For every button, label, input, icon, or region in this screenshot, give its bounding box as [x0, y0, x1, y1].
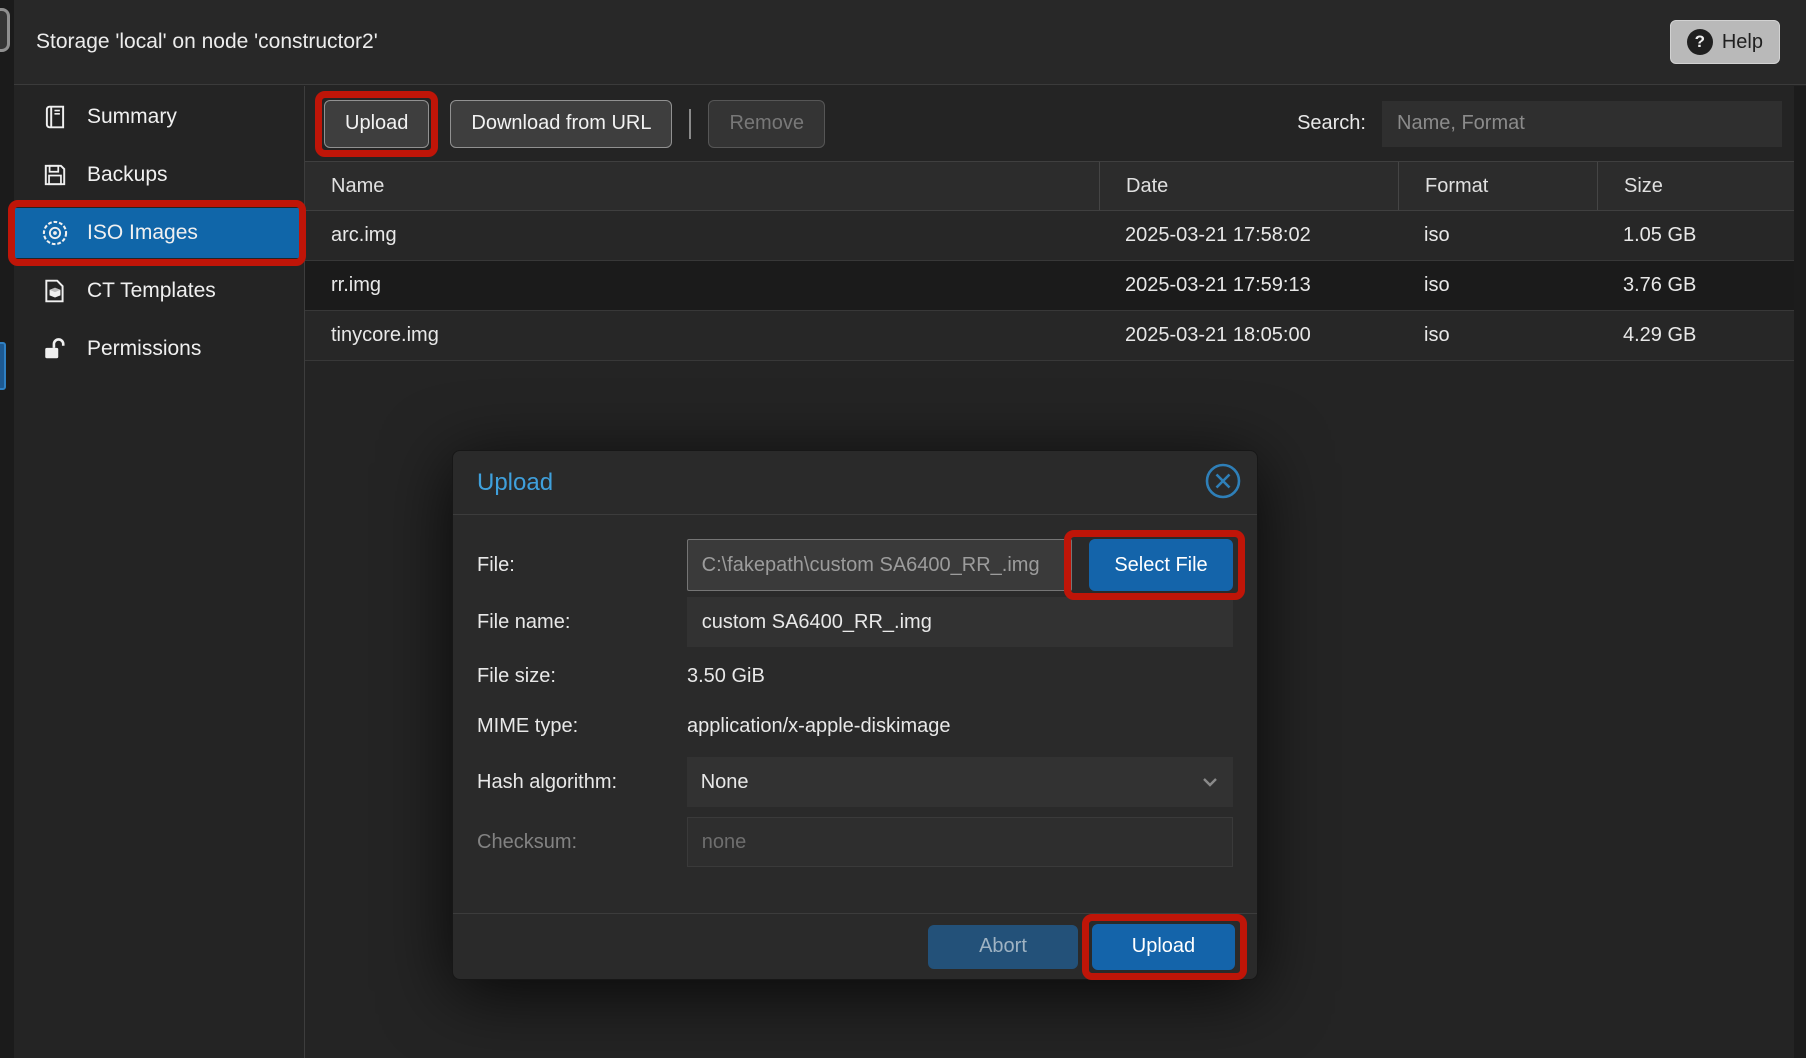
checksum-field [687, 817, 1233, 867]
close-icon [1203, 461, 1243, 504]
table-header-row: Name Date Format Size [305, 161, 1806, 211]
dialog-footer: Abort Upload [453, 913, 1257, 979]
sidebar-item-label: CT Templates [87, 279, 216, 303]
upload-button[interactable]: Upload [324, 100, 429, 148]
hash-algorithm-select[interactable]: None [687, 757, 1233, 807]
page-title: Storage 'local' on node 'constructor2' [36, 30, 378, 54]
disc-icon [40, 219, 70, 247]
sidebar-item-iso-images[interactable]: ISO Images [14, 208, 304, 258]
file-label: File: [477, 554, 687, 577]
scrollbar-track[interactable] [1794, 86, 1806, 1058]
sidebar-item-label: Summary [87, 105, 177, 129]
cell-format: iso [1398, 224, 1597, 247]
help-button-label: Help [1722, 31, 1763, 54]
column-header-name[interactable]: Name [305, 162, 1099, 210]
table-row[interactable]: rr.img 2025-03-21 17:59:13 iso 3.76 GB [305, 261, 1806, 311]
toolbar: Upload Download from URL Remove Search: [305, 86, 1806, 161]
table-row[interactable]: arc.img 2025-03-21 17:58:02 iso 1.05 GB [305, 211, 1806, 261]
select-file-button[interactable]: Select File [1089, 539, 1233, 591]
dialog-title: Upload [477, 469, 553, 497]
book-icon [40, 104, 70, 130]
cell-date: 2025-03-21 17:59:13 [1099, 274, 1398, 297]
cell-size: 1.05 GB [1597, 224, 1806, 247]
search-label: Search: [1297, 112, 1366, 135]
sidebar-item-permissions[interactable]: Permissions [14, 324, 304, 374]
hash-algorithm-label: Hash algorithm: [477, 771, 687, 794]
left-crop-strip [0, 0, 14, 1058]
sidebar-item-ct-templates[interactable]: CT Templates [14, 266, 304, 316]
cell-size: 3.76 GB [1597, 274, 1806, 297]
mime-type-value: application/x-apple-diskimage [687, 715, 950, 738]
cell-name: tinycore.img [305, 324, 1099, 347]
chevron-down-icon [1199, 771, 1221, 799]
file-size-value: 3.50 GiB [687, 665, 765, 688]
toolbar-separator [689, 109, 691, 139]
download-from-url-button[interactable]: Download from URL [450, 100, 672, 148]
file-size-label: File size: [477, 665, 687, 688]
help-button[interactable]: ? Help [1670, 20, 1780, 64]
column-header-size[interactable]: Size [1597, 162, 1806, 210]
sidebar-item-summary[interactable]: Summary [14, 92, 304, 142]
search-input[interactable] [1382, 101, 1782, 147]
title-bar: Storage 'local' on node 'constructor2' ?… [14, 0, 1806, 85]
left-edge-partial-selection [0, 342, 6, 390]
file-name-field[interactable] [687, 597, 1233, 647]
close-button[interactable] [1203, 463, 1243, 503]
iso-table: Name Date Format Size arc.img 2025-03-21… [305, 161, 1806, 361]
sidebar-item-label: Permissions [87, 337, 201, 361]
mime-type-label: MIME type: [477, 715, 687, 738]
cell-name: rr.img [305, 274, 1099, 297]
file-name-label: File name: [477, 611, 687, 634]
sidebar-item-label: Backups [87, 163, 168, 187]
checksum-label: Checksum: [477, 831, 687, 854]
cell-date: 2025-03-21 17:58:02 [1099, 224, 1398, 247]
left-edge-partial-button [0, 8, 10, 52]
upload-dialog: Upload File: Select File File name: File… [452, 450, 1258, 980]
template-icon [40, 278, 70, 304]
abort-button[interactable]: Abort [928, 925, 1078, 969]
sidebar-item-backups[interactable]: Backups [14, 150, 304, 200]
remove-button[interactable]: Remove [708, 100, 824, 148]
cell-format: iso [1398, 274, 1597, 297]
dialog-header[interactable]: Upload [453, 451, 1257, 515]
sidebar: Summary Backups ISO Images CT Templates … [14, 86, 305, 1058]
cell-name: arc.img [305, 224, 1099, 247]
hash-algorithm-value: None [701, 771, 749, 794]
help-icon: ? [1687, 29, 1713, 55]
table-row[interactable]: tinycore.img 2025-03-21 18:05:00 iso 4.2… [305, 311, 1806, 361]
unlock-icon [40, 336, 70, 362]
cell-date: 2025-03-21 18:05:00 [1099, 324, 1398, 347]
file-path-field [687, 539, 1072, 591]
floppy-icon [40, 162, 70, 188]
dialog-body: File: Select File File name: File size: … [453, 515, 1257, 891]
cell-size: 4.29 GB [1597, 324, 1806, 347]
sidebar-item-label: ISO Images [87, 221, 198, 245]
dialog-upload-button[interactable]: Upload [1092, 924, 1235, 970]
cell-format: iso [1398, 324, 1597, 347]
column-header-date[interactable]: Date [1099, 162, 1398, 210]
column-header-format[interactable]: Format [1398, 162, 1597, 210]
